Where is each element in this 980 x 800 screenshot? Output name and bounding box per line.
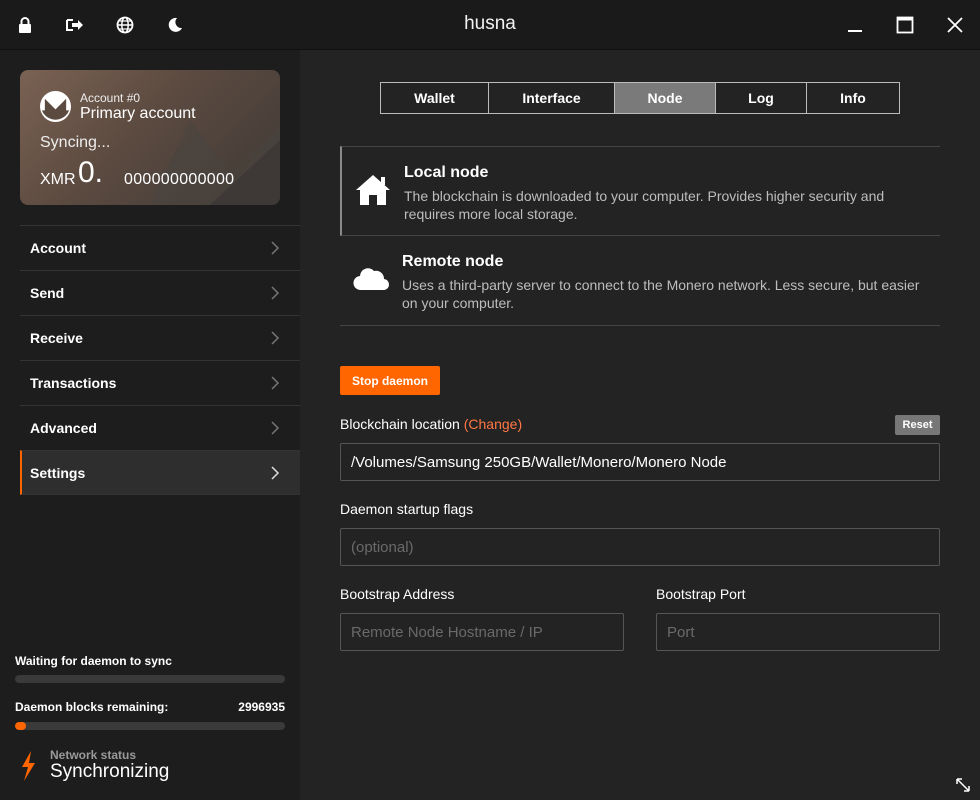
remote-node-title: Remote node [402, 253, 504, 270]
sync-progress-block: Waiting for daemon to sync Daemon blocks… [15, 654, 285, 730]
maximize-icon[interactable] [894, 14, 916, 36]
bootstrap-address-label: Bootstrap Address [340, 586, 455, 602]
sidebar-item-label: Advanced [30, 420, 97, 436]
chevron-right-icon [271, 376, 280, 390]
close-icon[interactable] [944, 14, 966, 36]
network-status-label: Network status [50, 748, 137, 762]
sidebar-menu: Account Send Receive Transactions Advanc… [20, 225, 300, 495]
stop-daemon-button[interactable]: Stop daemon [340, 366, 440, 395]
title-bar: husna [0, 0, 980, 50]
chevron-right-icon [271, 286, 280, 300]
chevron-right-icon [271, 466, 280, 480]
sync-status-text: Syncing... [40, 134, 111, 151]
bootstrap-port-input[interactable] [656, 613, 940, 651]
sidebar-item-settings[interactable]: Settings [20, 450, 300, 495]
sidebar-item-account[interactable]: Account [20, 225, 300, 270]
blocks-remaining-label: Daemon blocks remaining: [15, 700, 169, 714]
sidebar-item-advanced[interactable]: Advanced [20, 405, 300, 450]
sidebar: Account #0 Primary account Syncing... XM… [0, 50, 300, 800]
blockchain-location-label: Blockchain location (Change) [340, 416, 522, 432]
remote-node-option[interactable]: Remote node Uses a third-party server to… [340, 236, 940, 326]
startup-flags-input[interactable] [340, 528, 940, 566]
blocks-remaining-value: 2996935 [238, 700, 285, 714]
home-icon [355, 175, 390, 205]
bootstrap-address-input[interactable] [340, 613, 624, 651]
settings-tabs: Wallet Interface Node Log Info [380, 82, 900, 114]
monero-logo [40, 91, 71, 122]
chevron-right-icon [271, 331, 280, 345]
waiting-daemon-label: Waiting for daemon to sync [15, 654, 172, 668]
blockchain-location-input[interactable] [340, 443, 940, 481]
sidebar-item-label: Account [30, 240, 86, 256]
remote-node-description: Uses a third-party server to connect to … [402, 277, 920, 311]
blocks-remaining-row: Daemon blocks remaining: 2996935 [15, 700, 285, 714]
balance-decimal: 000000000000 [124, 171, 235, 188]
minimize-icon[interactable] [844, 14, 866, 36]
chevron-right-icon [271, 241, 280, 255]
tab-interface[interactable]: Interface [489, 83, 615, 113]
change-location-link[interactable]: (Change) [464, 416, 522, 432]
tab-wallet[interactable]: Wallet [381, 83, 489, 113]
sidebar-item-label: Settings [30, 464, 86, 481]
local-node-title: Local node [404, 164, 489, 181]
local-node-option[interactable]: Local node The blockchain is downloaded … [340, 146, 940, 236]
tab-info[interactable]: Info [807, 83, 899, 113]
bootstrap-port-label: Bootstrap Port [656, 586, 746, 602]
sidebar-item-send[interactable]: Send [20, 270, 300, 315]
account-number: Account #0 [80, 91, 141, 105]
blockchain-location-text: Blockchain location [340, 416, 460, 432]
sidebar-item-label: Receive [30, 330, 83, 346]
waiting-progress-bar [15, 675, 285, 683]
account-name: Primary account [80, 105, 196, 122]
balance-currency: XMR [40, 171, 76, 188]
cloud-icon [353, 268, 390, 291]
app-title: husna [464, 13, 516, 34]
account-card[interactable]: Account #0 Primary account Syncing... XM… [20, 70, 280, 205]
blocks-progress-bar [15, 722, 285, 730]
chevron-right-icon [271, 421, 280, 435]
tab-log[interactable]: Log [716, 83, 807, 113]
balance-integer: 0. [78, 156, 104, 189]
sidebar-item-label: Send [30, 285, 65, 301]
blocks-progress-fill [15, 722, 26, 730]
startup-flags-label: Daemon startup flags [340, 501, 474, 517]
lightning-icon [22, 751, 35, 781]
settings-main: Wallet Interface Node Log Info Local nod… [300, 50, 980, 800]
network-status-value: Synchronizing [50, 761, 170, 782]
resize-icon[interactable] [956, 778, 970, 792]
local-node-description: The blockchain is downloaded to your com… [404, 188, 885, 222]
sidebar-item-label: Transactions [30, 375, 117, 391]
sidebar-item-receive[interactable]: Receive [20, 315, 300, 360]
reset-button[interactable]: Reset [895, 415, 940, 435]
tab-node[interactable]: Node [615, 83, 716, 113]
sidebar-item-transactions[interactable]: Transactions [20, 360, 300, 405]
